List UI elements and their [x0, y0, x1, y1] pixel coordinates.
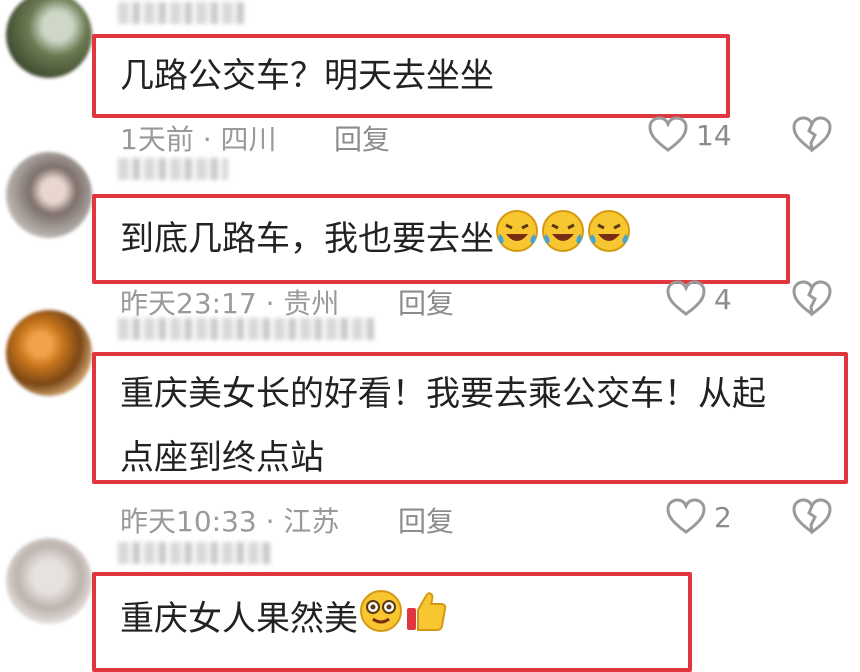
like-count: 14 — [696, 118, 732, 152]
comment-text: 到底几路车，我也要去坐 — [120, 208, 632, 273]
laughing-crying-emoji-icon — [586, 208, 632, 273]
laughing-crying-emoji-icon — [494, 208, 540, 273]
thumbs-up-emoji-icon — [404, 588, 448, 653]
like-button[interactable]: 14 — [648, 116, 732, 154]
comment-text-content: 到底几路车，我也要去坐 — [120, 219, 494, 259]
heart-outline-icon — [666, 498, 706, 534]
like-count: 2 — [714, 500, 732, 534]
comment-text: 重庆女人果然美 — [120, 588, 448, 653]
comment-4: 重庆女人果然美 — [0, 532, 860, 672]
comment-text-content: 重庆女人果然美 — [120, 599, 358, 639]
comment-text-line-1: 重庆美女长的好看！我要去乘公交车！从起 — [120, 374, 766, 414]
avatar[interactable] — [6, 310, 92, 396]
comment-2: 到底几路车，我也要去坐 昨天23:17 · 贵州 回复 4 — [0, 150, 860, 320]
username-blurred — [118, 542, 274, 564]
like-button[interactable]: 2 — [666, 498, 732, 536]
starry-eyes-emoji-icon — [358, 588, 404, 653]
comment-text-line-2: 点座到终点站 — [120, 438, 324, 478]
broken-heart-icon — [792, 116, 832, 153]
username-blurred — [118, 318, 374, 340]
avatar[interactable] — [6, 0, 92, 78]
avatar[interactable] — [6, 152, 92, 238]
avatar[interactable] — [6, 538, 92, 624]
laughing-crying-emoji-icon — [540, 208, 586, 273]
heart-outline-icon — [648, 116, 688, 152]
broken-heart-icon — [792, 498, 832, 535]
username-blurred — [118, 2, 248, 24]
comment-3: 重庆美女长的好看！我要去乘公交车！从起 点座到终点站 昨天10:33 · 江苏 … — [0, 306, 860, 538]
username-blurred — [118, 158, 228, 180]
comment-text: 几路公交车？明天去坐坐 — [120, 56, 494, 96]
comment-1: 几路公交车？明天去坐坐 1天前 · 四川 回复 14 — [0, 0, 860, 160]
